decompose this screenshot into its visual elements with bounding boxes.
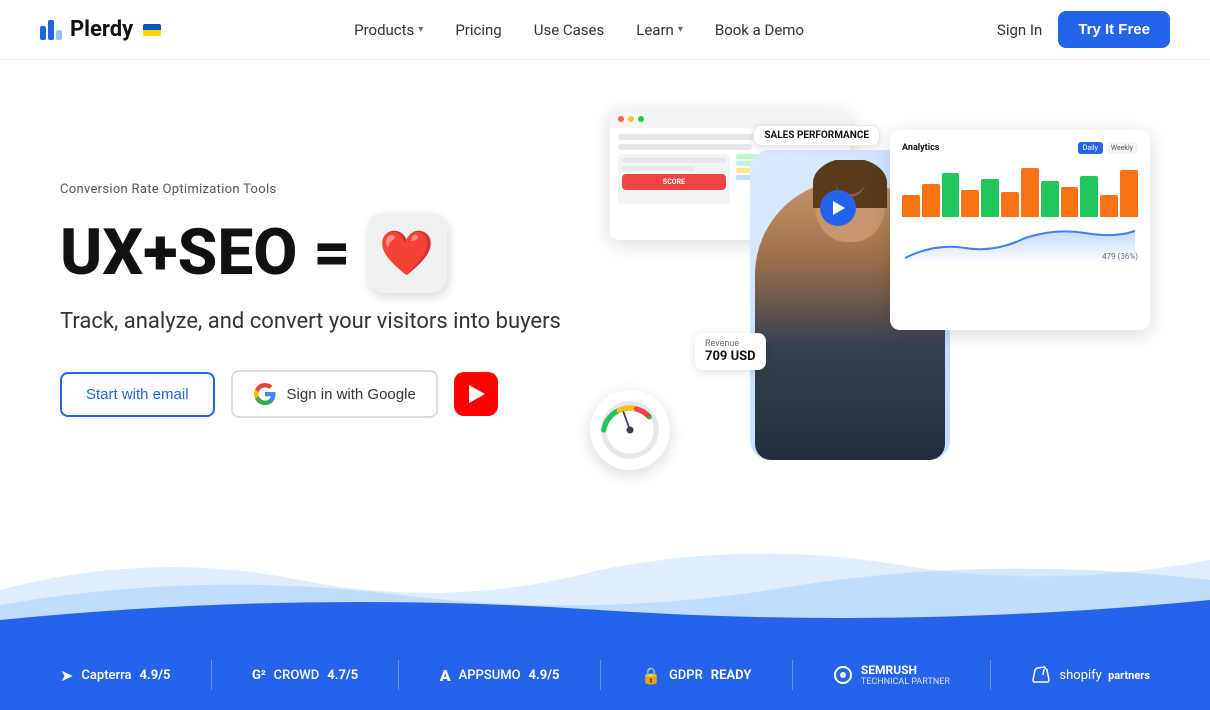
nav-learn[interactable]: Learn ▾ [636,21,683,39]
nav-book-demo[interactable]: Book a Demo [715,21,804,39]
signin-link[interactable]: Sign In [997,21,1042,39]
hero-tagline: Track, analyze, and convert your visitor… [60,309,561,334]
trust-g2crowd: G² CROWD 4.7/5 [252,668,358,683]
capterra-icon: ➤ [60,666,73,685]
start-email-button[interactable]: Start with email [60,372,215,417]
play-icon [469,385,485,403]
divider [792,660,793,690]
g2-icon: G² [252,668,266,683]
hero-subtitle: Conversion Rate Optimization Tools [60,182,561,197]
wave-svg [0,530,1210,640]
nav-links: Products ▾ Pricing Use Cases Learn ▾ Boo… [354,21,804,39]
divider [398,660,399,690]
chevron-down-icon: ▾ [678,24,683,35]
video-play-button[interactable] [820,190,856,226]
trust-bar: ➤ Capterra 4.9/5 G² CROWD 4.7/5 A APPSUM… [0,640,1210,710]
bar-chart [902,162,1138,217]
divider [990,660,991,690]
trust-gdpr: 🔒 GDPR READY [641,666,751,685]
analytics-title: Analytics [902,143,939,153]
youtube-button[interactable] [454,372,498,416]
divider [211,660,212,690]
shopify-icon [1031,665,1051,685]
trust-semrush: SEMRUSH TECHNICAL PARTNER [833,663,950,687]
price-label: Revenue [705,339,756,349]
hero-content: Conversion Rate Optimization Tools UX+SE… [60,182,561,418]
nav-actions: Sign In Try It Free [997,11,1170,48]
hero-section: Conversion Rate Optimization Tools UX+SE… [0,60,1210,520]
hero-buttons: Start with email Sign in with Google [60,370,561,418]
lock-icon: 🔒 [641,666,661,685]
nav-pricing[interactable]: Pricing [455,21,501,39]
analytics-dashboard: Analytics Daily Weekly [890,130,1150,330]
trust-appsumo: A APPSUMO 4.9/5 [440,666,560,685]
try-it-free-button[interactable]: Try It Free [1058,11,1170,48]
heart-icon: ❤️ [367,213,447,293]
price-tag: Revenue 709 USD [695,333,766,370]
logo-icon [40,20,62,40]
logo-text: Plerdy [70,17,133,42]
nav-products[interactable]: Products ▾ [354,21,423,39]
google-icon [253,382,277,406]
appsumo-icon: A [440,666,451,685]
tab-weekly[interactable]: Weekly [1106,142,1138,154]
google-signin-button[interactable]: Sign in with Google [231,370,438,418]
trust-shopify: shopify partners [1031,665,1150,685]
speed-gauge [590,390,670,470]
hero-headline: UX+SEO = ❤️ [60,213,561,293]
navbar: Plerdy Products ▾ Pricing Use Cases Lear… [0,0,1210,60]
chevron-down-icon: ▾ [418,24,423,35]
logo[interactable]: Plerdy [40,17,161,42]
sales-performance-badge: SALES PERFORMANCE [753,125,880,146]
play-icon [833,201,845,215]
tab-daily[interactable]: Daily [1078,142,1103,154]
price-value: 709 USD [705,349,756,364]
divider [600,660,601,690]
semrush-icon [833,665,853,685]
wave-transition [0,530,1210,640]
ukraine-flag [143,24,161,36]
trust-capterra: ➤ Capterra 4.9/5 [60,666,170,685]
sparkline-chart: 479 (36%) [902,223,1138,263]
sparkline-label: 479 (36%) [1102,252,1138,261]
nav-use-cases[interactable]: Use Cases [534,21,605,39]
hero-visuals: SALES PERFORMANCE SCORE [590,110,1150,490]
